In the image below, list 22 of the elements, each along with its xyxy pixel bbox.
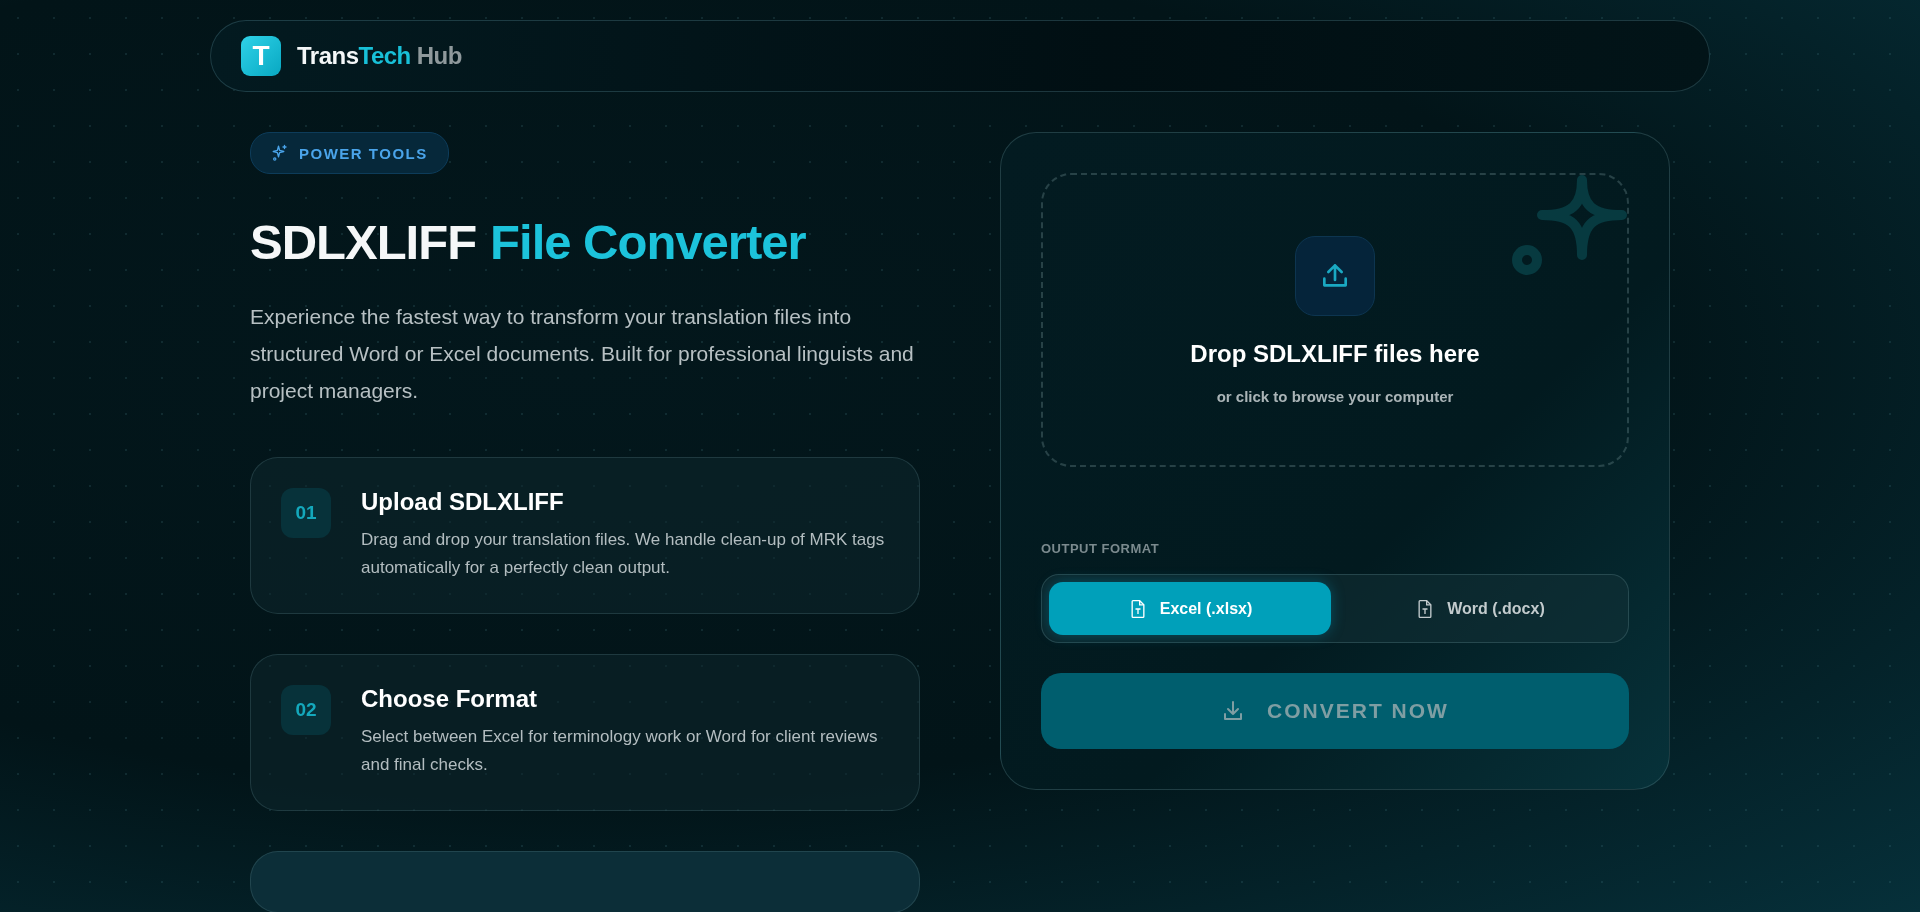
brand-name-part: Hub	[416, 42, 462, 70]
upload-button[interactable]	[1295, 235, 1375, 316]
badge-label: POWER TOOLS	[299, 144, 428, 162]
drop-zone[interactable]: Drop SDLXLIFF files here or click to browse your computer	[1041, 173, 1629, 468]
step-title: Choose Format	[361, 685, 538, 713]
brand-name-part: Tech	[358, 42, 411, 70]
logo-icon[interactable]: T	[241, 36, 281, 76]
format-option[interactable]: Excel (.xlsx)	[1049, 582, 1331, 636]
sparkle-icon	[271, 144, 289, 162]
description-text: Experience the fastest way to transform your translation files into structured Word or Excel documents. Built for professional linguists and project managers.	[250, 304, 915, 404]
section-label: OUTPUT FORMAT	[1041, 541, 1161, 557]
brand-name-part: Trans	[297, 42, 359, 70]
step-description: Drag and drop your translation files. We handle clean-up of MRK tags automatically for a perfectly clean output.	[361, 529, 886, 579]
drop-zone-hint: or click to browse your computer	[1216, 387, 1454, 405]
step-description: Select between Excel for terminology work or Word for client reviews and final checks.	[361, 726, 879, 776]
drop-zone-title: Drop SDLXLIFF files here	[1190, 339, 1480, 368]
step-number: 02	[281, 685, 331, 735]
step-title: Upload SDLXLIFF	[361, 488, 565, 516]
page-title-accent: File Converter	[490, 214, 806, 270]
step-number: 01	[281, 488, 331, 538]
format-option[interactable]: Word (.docx)	[1339, 582, 1621, 636]
page-title: SDLXLIFF	[250, 214, 477, 270]
